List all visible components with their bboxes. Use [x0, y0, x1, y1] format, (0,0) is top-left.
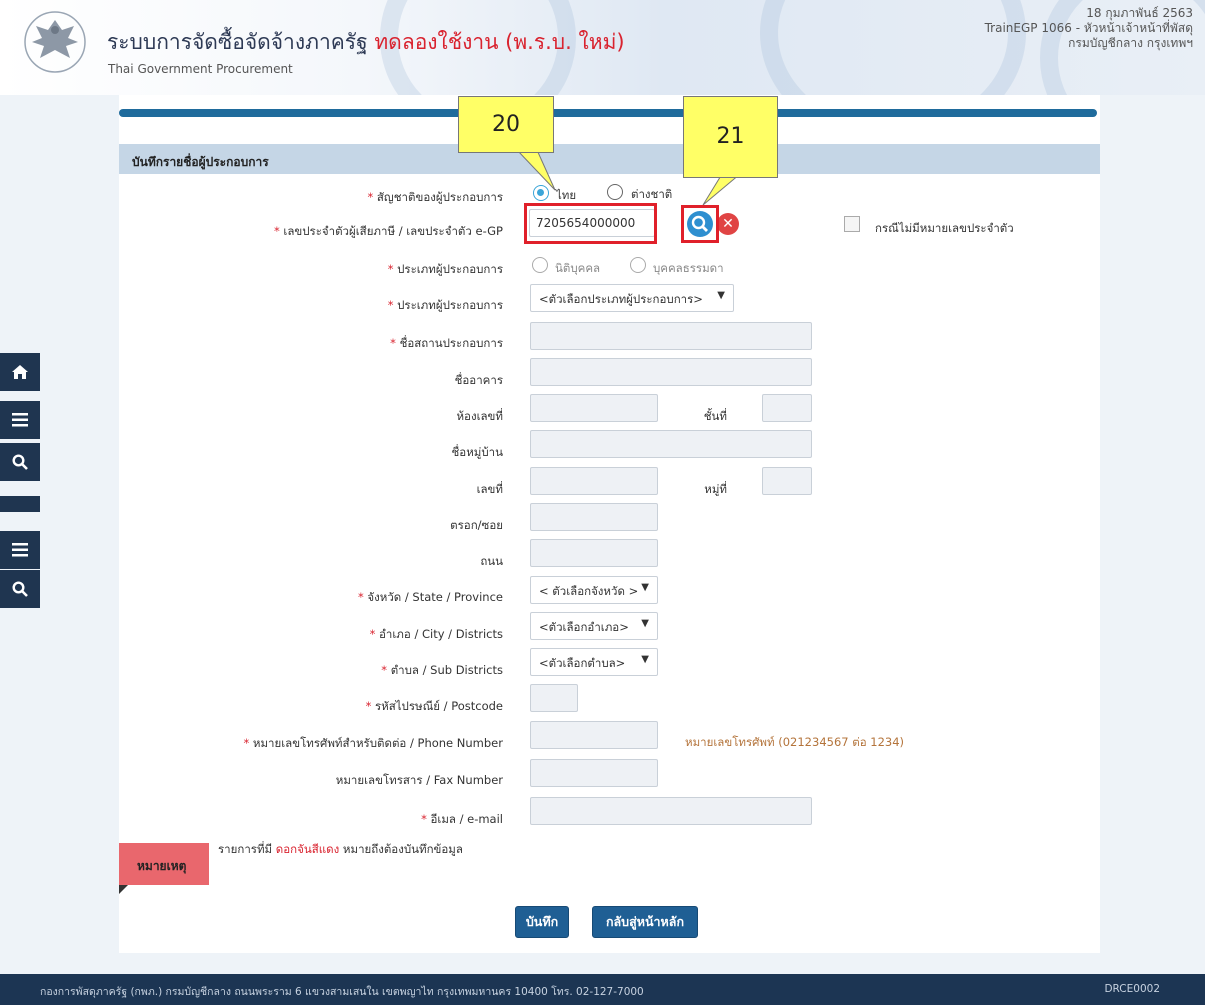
nationality-thai-radio[interactable]	[533, 185, 549, 201]
home-icon	[12, 365, 28, 379]
callout-20: 20	[458, 96, 554, 153]
business-type-select[interactable]: <ตัวเลือกประเภทผู้ประกอบการ> ▼	[530, 284, 734, 312]
road-input[interactable]	[530, 539, 658, 567]
fax-input[interactable]	[530, 759, 658, 787]
footer-address: กองการพัสดุภาครัฐ (กพภ.) กรมบัญชีกลาง ถน…	[40, 986, 644, 998]
nationality-label: * สัญชาติของผู้ประกอบการ	[367, 190, 504, 204]
section-header: บันทึกรายชื่อผู้ประกอบการ	[119, 144, 1100, 174]
no-id-checkbox[interactable]	[844, 216, 860, 232]
subdistrict-select[interactable]: <ตัวเลือกตำบล> ▼	[530, 648, 658, 676]
house-no-label: เลขที่	[476, 482, 503, 496]
user-department: กรมบัญชีกลาง กรุงเทพฯ	[1068, 36, 1193, 50]
user-name: TrainEGP 1066 - หัวหน้าเจ้าหน้าที่พัสดุ	[984, 21, 1193, 35]
district-label: * อำเภอ / City / Districts	[369, 627, 503, 641]
room-no-input[interactable]	[530, 394, 658, 422]
subdistrict-label: * ตำบล / Sub Districts	[381, 663, 503, 677]
note-text: รายการที่มี ดอกจันสีแดง หมายถึงต้องบันทึ…	[218, 842, 463, 856]
building-label: ชื่ออาคาร	[454, 373, 503, 387]
menu-button[interactable]	[0, 401, 40, 439]
chevron-down-icon: ▼	[717, 290, 725, 301]
app-subtitle: Thai Government Procurement	[108, 62, 293, 76]
home-button[interactable]	[0, 353, 40, 391]
district-select[interactable]: <ตัวเลือกอำเภอ> ▼	[530, 612, 658, 640]
menu-button-2[interactable]	[0, 531, 40, 569]
nationality-foreign-text: ต่างชาติ	[631, 187, 673, 201]
floor-input[interactable]	[762, 394, 812, 422]
phone-hint: หมายเลขโทรศัพท์ (021234567 ต่อ 1234)	[685, 735, 905, 749]
note-highlight: ดอกจันสีแดง	[275, 842, 340, 856]
subdistrict-value: <ตัวเลือกตำบล>	[539, 656, 626, 670]
note-tab: หมายเหตุ	[119, 843, 209, 885]
step-progress-bar	[119, 109, 1097, 117]
room-no-label: ห้องเลขที่	[456, 409, 503, 423]
tax-id-highlight-box	[524, 203, 657, 244]
trial-label: ทดลองใช้งาน (พ.ร.บ. ใหม่)	[374, 30, 625, 54]
province-label: * จังหวัด / State / Province	[357, 590, 503, 604]
postcode-label: * รหัสไปรษณีย์ / Postcode	[365, 699, 503, 713]
footer: กองการพัสดุภาครัฐ (กพภ.) กรมบัญชีกลาง ถน…	[0, 974, 1205, 1005]
village-input[interactable]	[530, 430, 812, 458]
no-id-label: กรณีไม่มีหมายเลขประจำตัว	[875, 221, 1014, 235]
province-select[interactable]: < ตัวเลือกจังหวัด > ▼	[530, 576, 658, 604]
moo-label: หมู่ที่	[704, 482, 727, 496]
chevron-down-icon: ▼	[641, 618, 649, 629]
note-tab-label: หมายเหตุ	[137, 859, 187, 873]
close-icon: ✕	[722, 216, 734, 232]
garuda-logo-icon	[24, 11, 86, 73]
callout-21: 21	[683, 96, 778, 178]
note-corner	[119, 885, 128, 894]
search-button-2[interactable]	[0, 570, 40, 608]
screen-code: DRCE0002	[1104, 983, 1160, 995]
business-name-label: * ชื่อสถานประกอบการ	[390, 336, 503, 350]
nationality-foreign-radio[interactable]	[607, 184, 623, 200]
road-label: ถนน	[480, 554, 503, 568]
back-to-home-button[interactable]: กลับสู่หน้าหลัก	[592, 906, 698, 938]
village-label: ชื่อหมู่บ้าน	[451, 445, 504, 459]
tax-id-clear-button[interactable]: ✕	[717, 213, 739, 235]
business-name-input[interactable]	[530, 322, 812, 350]
tax-id-label: * เลขประจำตัวผู้เสียภาษี / เลขประจำตัว e…	[273, 224, 503, 238]
app-title: ระบบการจัดซื้อจัดจ้างภาครัฐ ทดลองใช้งาน …	[107, 26, 625, 59]
phone-input[interactable]	[530, 721, 658, 749]
house-no-input[interactable]	[530, 467, 658, 495]
save-button[interactable]: บันทึก	[515, 906, 569, 938]
district-value: <ตัวเลือกอำเภอ>	[539, 620, 629, 634]
province-value: < ตัวเลือกจังหวัด >	[539, 584, 639, 598]
natural-person-radio[interactable]	[630, 257, 646, 273]
search-highlight-box	[681, 205, 719, 243]
building-input[interactable]	[530, 358, 812, 386]
menu-icon	[12, 413, 28, 427]
entity-type-label: * ประเภทผู้ประกอบการ	[387, 262, 503, 276]
postcode-input[interactable]	[530, 684, 578, 712]
business-type-label: * ประเภทผู้ประกอบการ	[387, 298, 503, 312]
floor-label: ชั้นที่	[703, 409, 727, 423]
app-header: ระบบการจัดซื้อจัดจ้างภาครัฐ ทดลองใช้งาน …	[0, 0, 1205, 95]
soi-input[interactable]	[530, 503, 658, 531]
soi-label: ตรอก/ซอย	[450, 518, 503, 532]
app-title-main: ระบบการจัดซื้อจัดจ้างภาครัฐ	[107, 30, 368, 54]
search-button[interactable]	[0, 443, 40, 481]
side-nav-partial	[0, 496, 40, 512]
juristic-radio[interactable]	[532, 257, 548, 273]
email-input[interactable]	[530, 797, 812, 825]
chevron-down-icon: ▼	[641, 654, 649, 665]
email-label: * อีเมล / e-mail	[421, 812, 503, 826]
fax-label: หมายเลขโทรสาร / Fax Number	[335, 773, 503, 787]
menu-icon	[12, 543, 28, 557]
juristic-text: นิติบุคคล	[555, 261, 601, 275]
chevron-down-icon: ▼	[641, 582, 649, 593]
section-title: บันทึกรายชื่อผู้ประกอบการ	[132, 155, 269, 169]
moo-input[interactable]	[762, 467, 812, 495]
business-type-value: <ตัวเลือกประเภทผู้ประกอบการ>	[539, 292, 703, 306]
phone-label: * หมายเลขโทรศัพท์สำหรับติดต่อ / Phone Nu…	[243, 736, 503, 750]
current-date: 18 กุมภาพันธ์ 2563	[1086, 6, 1193, 20]
search-icon	[12, 454, 28, 470]
user-info: 18 กุมภาพันธ์ 2563 TrainEGP 1066 - หัวหน…	[985, 6, 1193, 51]
natural-person-text: บุคคลธรรมดา	[653, 261, 724, 275]
search-icon	[12, 581, 28, 597]
